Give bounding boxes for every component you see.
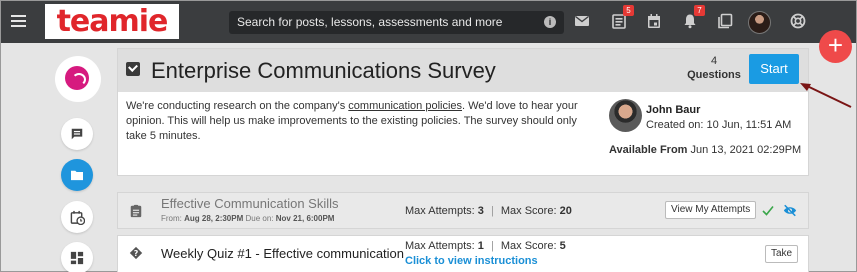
newsfeed-button[interactable]: 5 bbox=[611, 5, 634, 29]
calendar-icon[interactable] bbox=[646, 13, 662, 29]
question-count-label: Questions bbox=[687, 69, 741, 81]
rail-dashboard-button[interactable] bbox=[61, 242, 93, 272]
quiz-meta: Max Attempts: 1 | Max Score: 5 bbox=[405, 240, 566, 252]
assessment-title[interactable]: Effective Communication Skills bbox=[161, 196, 339, 211]
author-name[interactable]: John Baur bbox=[646, 104, 700, 116]
attempts-value: 1 bbox=[477, 240, 484, 252]
notifications-button[interactable]: 7 bbox=[682, 5, 705, 29]
assessment-meta: Max Attempts: 3 | Max Score: 20 bbox=[405, 205, 572, 217]
question-count-value: 4 bbox=[710, 55, 718, 67]
score-value: 20 bbox=[559, 205, 572, 217]
attempts-value: 3 bbox=[477, 205, 484, 217]
meta-separator: | bbox=[490, 240, 494, 252]
info-icon[interactable]: i bbox=[544, 16, 556, 28]
policy-link[interactable]: communication policies bbox=[348, 100, 462, 112]
availability: Available From Jun 13, 2021 02:29PM bbox=[609, 144, 801, 156]
meta-separator: | bbox=[490, 205, 494, 217]
newsfeed-badge: 5 bbox=[623, 5, 634, 16]
from-value: Aug 28, 2:30PM bbox=[184, 214, 244, 223]
question-count: 4 Questions bbox=[684, 55, 744, 81]
attempts-label: Max Attempts: bbox=[405, 240, 475, 252]
survey-description: We're conducting research on the company… bbox=[126, 99, 596, 144]
help-icon[interactable] bbox=[790, 13, 806, 29]
view-instructions-link[interactable]: Click to view instructions bbox=[405, 255, 538, 267]
assessment-dates: From: Aug 28, 2:30PM Due on: Nov 21, 6:0… bbox=[161, 214, 334, 223]
svg-text:?: ? bbox=[134, 249, 139, 258]
search-placeholder: Search for posts, lessons, assessments a… bbox=[237, 15, 503, 29]
search-input[interactable]: Search for posts, lessons, assessments a… bbox=[229, 11, 564, 34]
availability-value: Jun 13, 2021 02:29PM bbox=[690, 144, 802, 156]
calendar-clock-icon bbox=[70, 210, 85, 225]
quiz-icon: ? bbox=[129, 246, 143, 260]
classroom-logo[interactable] bbox=[55, 56, 101, 102]
pages-icon[interactable] bbox=[717, 13, 733, 29]
description-text: We're conducting research on the company… bbox=[126, 100, 349, 112]
list-item-assessment[interactable]: Effective Communication Skills From: Aug… bbox=[117, 192, 809, 229]
rail-calendar-button[interactable] bbox=[61, 201, 93, 233]
dashboard-icon bbox=[70, 251, 84, 265]
chat-icon bbox=[71, 128, 83, 140]
survey-title[interactable]: Enterprise Communications Survey bbox=[151, 58, 496, 84]
teamie-logo[interactable]: teamie bbox=[45, 4, 179, 39]
availability-label: Available From bbox=[609, 144, 688, 156]
pointer-arrow-icon bbox=[800, 83, 852, 108]
score-label: Max Score: bbox=[500, 240, 557, 252]
view-attempts-button[interactable]: View My Attempts bbox=[665, 201, 757, 219]
attempts-label: Max Attempts: bbox=[405, 205, 475, 217]
assignment-icon bbox=[130, 204, 142, 218]
mail-icon[interactable] bbox=[574, 13, 590, 29]
due-label: Due on: bbox=[245, 214, 274, 223]
score-value: 5 bbox=[559, 240, 566, 252]
survey-card: Enterprise Communications Survey 4 Quest… bbox=[117, 48, 809, 176]
rail-materials-button[interactable] bbox=[61, 159, 93, 191]
start-button[interactable]: Start bbox=[749, 54, 799, 84]
notification-badge: 7 bbox=[694, 5, 705, 16]
survey-checkbox-icon bbox=[126, 62, 140, 76]
menu-icon[interactable] bbox=[11, 15, 26, 27]
survey-header: Enterprise Communications Survey 4 Quest… bbox=[118, 49, 808, 92]
author-avatar[interactable] bbox=[609, 99, 642, 132]
score-label: Max Score: bbox=[500, 205, 557, 217]
take-quiz-button[interactable]: Take bbox=[765, 245, 799, 263]
quiz-title[interactable]: Weekly Quiz #1 - Effective communication bbox=[161, 246, 404, 261]
hidden-eye-icon[interactable] bbox=[783, 204, 797, 217]
folder-icon bbox=[71, 170, 83, 181]
from-label: From: bbox=[161, 214, 182, 223]
created-date: Created on: 10 Jun, 11:51 AM bbox=[646, 119, 792, 131]
due-value: Nov 21, 6:00PM bbox=[275, 214, 335, 223]
rail-discussions-button[interactable] bbox=[61, 118, 93, 150]
user-avatar[interactable] bbox=[748, 11, 771, 34]
list-item-quiz[interactable]: ? Weekly Quiz #1 - Effective communicati… bbox=[117, 235, 809, 272]
logo-text: teamie bbox=[56, 4, 169, 39]
check-icon bbox=[762, 205, 774, 216]
top-bar: teamie Search for posts, lessons, assess… bbox=[1, 1, 856, 43]
add-button[interactable]: + bbox=[819, 30, 852, 63]
